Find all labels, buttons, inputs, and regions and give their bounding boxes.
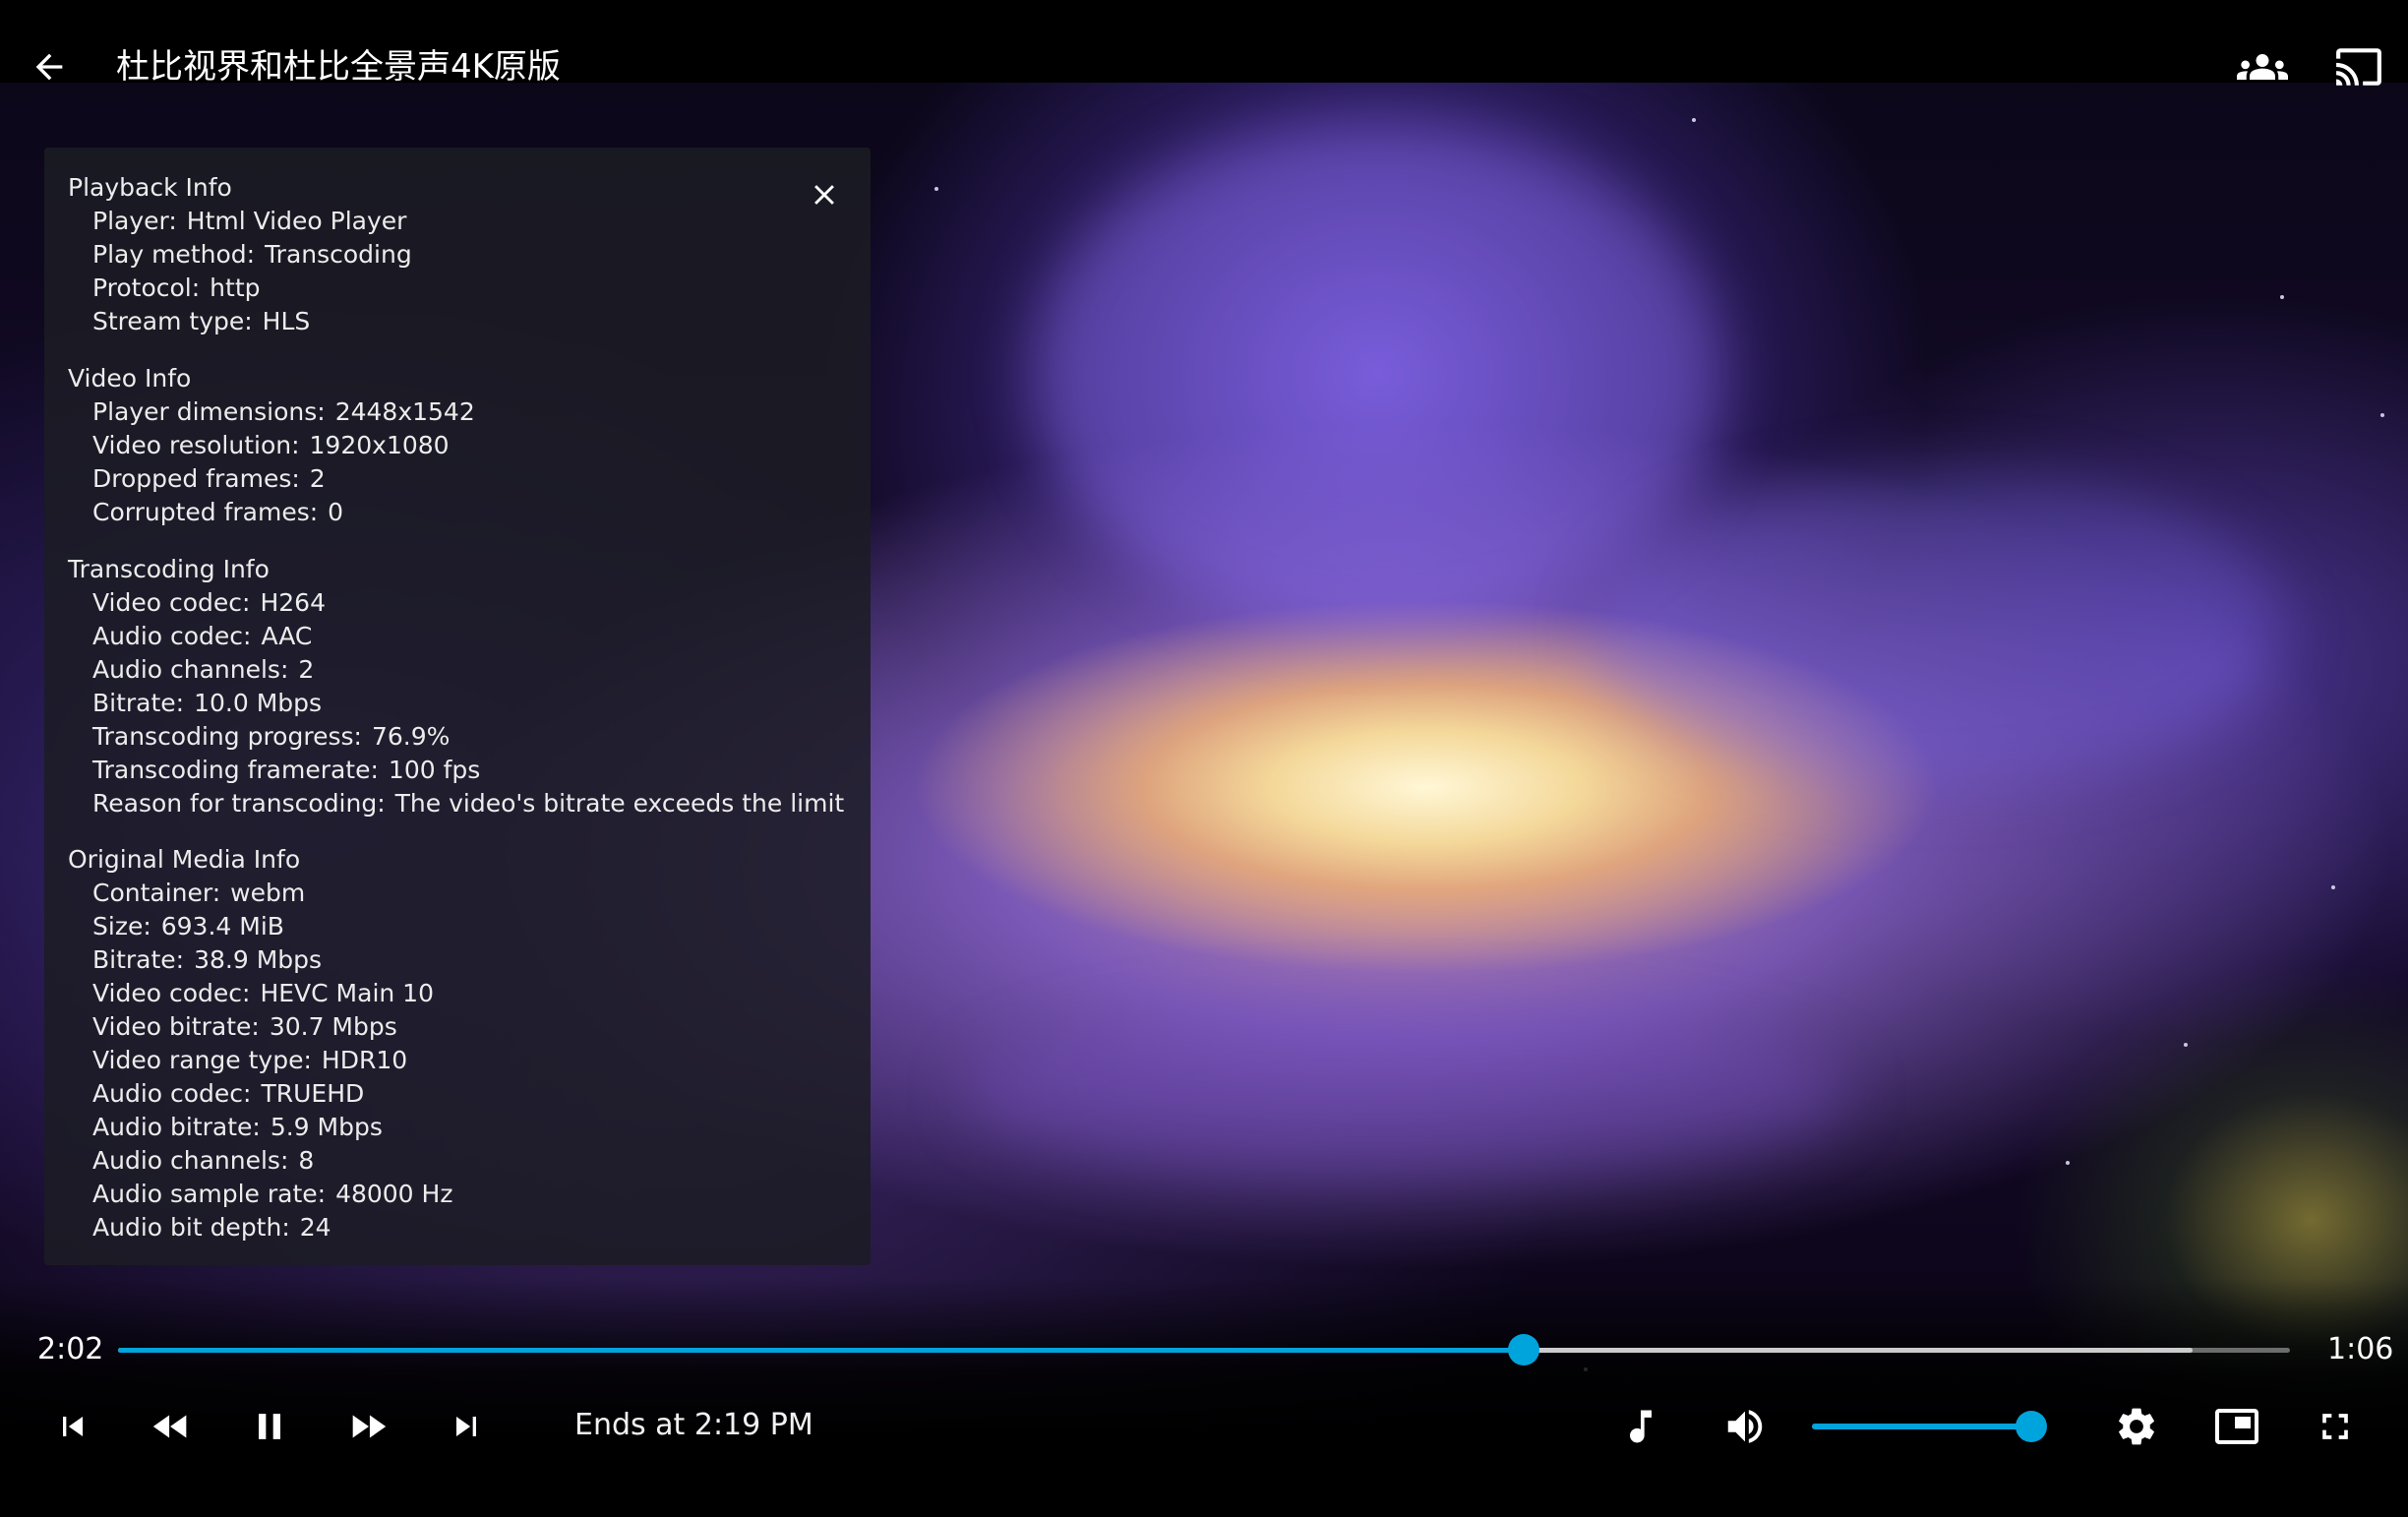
info-row: Player: Html Video Player <box>92 207 407 235</box>
remaining-time: 1:06 <box>2327 1332 2394 1366</box>
info-row: Stream type: HLS <box>92 307 311 335</box>
info-row: Player dimensions: 2448x1542 <box>92 397 475 426</box>
pause-icon <box>259 1414 280 1439</box>
cast-icon <box>2336 48 2381 86</box>
ends-at-label: Ends at 2:19 PM <box>574 1408 813 1442</box>
transcoding-info-section: Transcoding Info Video codec: H264 Audio … <box>68 553 844 820</box>
info-row: Protocol: http <box>92 273 261 302</box>
rewind-icon <box>152 1415 187 1438</box>
seek-handle[interactable] <box>1507 1334 1539 1365</box>
fast-forward-icon <box>352 1415 387 1438</box>
info-row: Play method: Transcoding <box>92 240 412 269</box>
info-row: Container: webm <box>92 879 306 907</box>
fullscreen-button[interactable] <box>2306 1397 2365 1456</box>
volume-slider[interactable] <box>1812 1411 2048 1442</box>
info-row: Corrupted frames: 0 <box>92 498 344 526</box>
seek-progress <box>118 1348 1524 1353</box>
original-media-info-section: Original Media Info Container: webm Size:… <box>68 843 452 1244</box>
info-row: Video bitrate: 30.7 Mbps <box>92 1012 397 1041</box>
info-row: Transcoding progress: 76.9% <box>92 722 451 751</box>
seek-bar[interactable] <box>118 1334 2290 1365</box>
info-row: Audio channels: 8 <box>92 1146 315 1175</box>
fullscreen-icon <box>2322 1414 2348 1439</box>
volume-handle[interactable] <box>2016 1411 2048 1442</box>
arrow-left-icon <box>35 53 63 81</box>
volume-up-icon <box>1727 1410 1763 1443</box>
volume-level <box>1812 1424 2032 1429</box>
info-row: Audio sample rate: 48000 Hz <box>92 1180 453 1208</box>
info-row: Reason for transcoding: The video's bitra… <box>92 789 845 818</box>
playback-info-section: Playback Info Player: Html Video Player P… <box>68 171 412 338</box>
info-row: Video codec: HEVC Main 10 <box>92 979 434 1007</box>
info-row: Bitrate: 38.9 Mbps <box>92 945 323 974</box>
close-icon <box>814 185 834 205</box>
next-track-button[interactable] <box>437 1397 496 1456</box>
section-title: Original Media Info <box>68 845 301 874</box>
video-info-section: Video Info Player dimensions: 2448x1542 V… <box>68 362 475 529</box>
section-title: Transcoding Info <box>68 555 270 583</box>
skip-previous-icon <box>63 1417 83 1436</box>
info-row: Audio bit depth: 24 <box>92 1213 331 1242</box>
picture-in-picture-button[interactable] <box>2207 1397 2266 1456</box>
info-row: Transcoding framerate: 100 fps <box>92 756 481 784</box>
current-time: 2:02 <box>37 1332 104 1366</box>
gear-icon <box>2119 1408 2154 1445</box>
audio-track-button[interactable] <box>1611 1397 1670 1456</box>
section-title: Playback Info <box>68 173 232 202</box>
info-row: Video codec: H264 <box>92 588 326 617</box>
info-row: Dropped frames: 2 <box>92 464 326 493</box>
music-note-icon <box>1630 1410 1652 1443</box>
close-info-button[interactable] <box>795 165 854 224</box>
group-sync-icon <box>2237 54 2288 80</box>
skip-next-icon <box>456 1417 476 1436</box>
video-title: 杜比视界和杜比全景声4K原版 <box>116 47 561 87</box>
info-row: Video resolution: 1920x1080 <box>92 431 450 459</box>
back-button[interactable] <box>22 39 77 94</box>
previous-track-button[interactable] <box>43 1397 102 1456</box>
info-row: Bitrate: 10.0 Mbps <box>92 689 323 717</box>
pause-button[interactable] <box>240 1397 299 1456</box>
info-row: Audio channels: 2 <box>92 655 315 684</box>
sync-play-button[interactable] <box>2231 39 2294 94</box>
info-row: Video range type: HDR10 <box>92 1046 408 1074</box>
info-row: Size: 693.4 MiB <box>92 912 284 941</box>
info-row: Audio codec: TRUEHD <box>92 1079 365 1108</box>
info-row: Audio codec: AAC <box>92 622 313 650</box>
cast-button[interactable] <box>2327 39 2390 94</box>
fast-forward-button[interactable] <box>338 1397 397 1456</box>
picture-in-picture-icon <box>2215 1409 2258 1444</box>
section-title: Video Info <box>68 364 192 393</box>
mute-button[interactable] <box>1716 1397 1775 1456</box>
info-row: Audio bitrate: 5.9 Mbps <box>92 1113 383 1141</box>
rewind-button[interactable] <box>142 1397 201 1456</box>
settings-button[interactable] <box>2107 1397 2166 1456</box>
